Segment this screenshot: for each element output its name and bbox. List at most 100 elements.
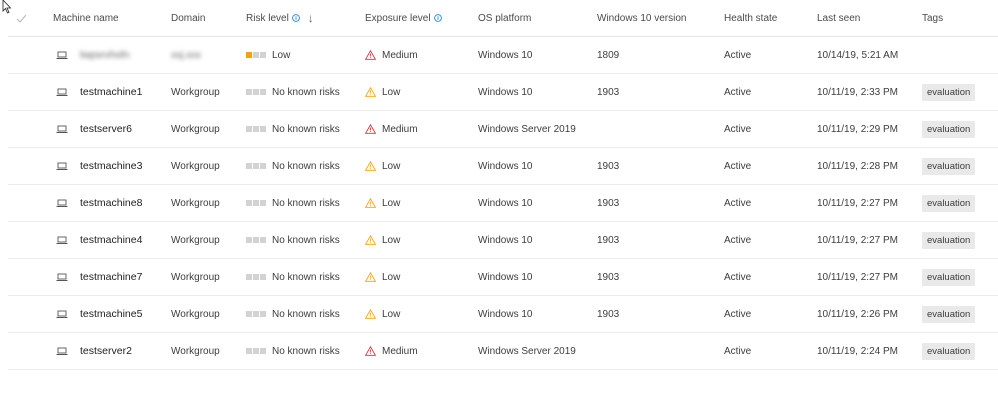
exposure-level-text: Low (382, 234, 401, 246)
health-state-cell: Active (724, 197, 752, 209)
warning-icon (365, 346, 382, 356)
table-row[interactable]: testmachine3 Workgroup No known risks Low Wi… (8, 148, 998, 185)
machine-name-cell[interactable]: testmachine8 (53, 185, 142, 221)
table-row[interactable]: testmachine5 Workgroup No known risks Low Wi… (8, 296, 998, 333)
last-seen-cell: 10/11/19, 2:29 PM (817, 123, 898, 135)
machine-name-cell[interactable]: testmachine4 (53, 222, 142, 258)
health-state-cell: Active (724, 49, 752, 61)
column-header-last-seen[interactable]: Last seen (817, 0, 860, 36)
machine-name-link[interactable]: testmachine8 (80, 197, 142, 209)
machine-name-link[interactable]: testmachine7 (80, 271, 142, 283)
risk-level-cell: No known risks (246, 296, 340, 332)
tag-badge[interactable]: evaluation (922, 83, 976, 101)
laptop-icon (56, 347, 68, 356)
windows-version-cell: 1903 (597, 308, 620, 320)
windows-version-cell: 1903 (597, 86, 620, 98)
tag-badge[interactable]: evaluation (922, 305, 976, 323)
risk-level-cell: No known risks (246, 259, 340, 295)
laptop-icon (56, 236, 68, 245)
table-row[interactable]: testserver6 Workgroup No known risks Medium… (8, 111, 998, 148)
os-platform-cell: Windows Server 2019 (478, 345, 576, 357)
warning-icon (365, 124, 382, 134)
select-all-checkbox[interactable] (16, 0, 27, 36)
tag-badge[interactable]: evaluation (922, 342, 976, 360)
last-seen-cell: 10/11/19, 2:27 PM (817, 197, 898, 209)
table-row[interactable]: lwpsrvhsfn xxj.xxx Low Medium Windows 10 1809… (8, 37, 998, 74)
tags-cell: evaluation (922, 185, 976, 221)
risk-level-bars (246, 200, 266, 206)
risk-level-bars (246, 348, 266, 354)
tags-cell: evaluation (922, 74, 976, 110)
column-header-label: Last seen (817, 12, 861, 24)
machine-name-link[interactable]: testserver6 (80, 123, 132, 135)
table-row[interactable]: testserver2 Workgroup No known risks Medium… (8, 333, 998, 370)
column-header-health-state[interactable]: Health state (724, 0, 777, 36)
column-header-tags[interactable]: Tags (922, 0, 943, 36)
column-header-label: OS platform (478, 12, 532, 24)
exposure-level-cell: Medium (365, 37, 418, 73)
warning-icon (365, 235, 382, 245)
machine-name-link[interactable]: testmachine5 (80, 308, 142, 320)
table-row[interactable]: testmachine8 Workgroup No known risks Low Wi… (8, 185, 998, 222)
windows-version-cell: 1809 (597, 49, 620, 61)
last-seen-cell: 10/14/19, 5:21 AM (817, 49, 899, 61)
info-icon[interactable] (291, 14, 300, 22)
machine-name-cell[interactable]: testserver6 (53, 111, 132, 147)
tag-badge[interactable]: evaluation (922, 120, 976, 138)
last-seen-cell: 10/11/19, 2:24 PM (817, 345, 898, 357)
machine-name-cell[interactable]: testmachine5 (53, 296, 142, 332)
column-header-windows-version[interactable]: Windows 10 version (597, 0, 686, 36)
machine-name-link[interactable]: testmachine3 (80, 160, 142, 172)
table-header-row: Machine name Domain Risk level ↓ Exposur… (8, 0, 998, 37)
tag-badge[interactable]: evaluation (922, 194, 976, 212)
exposure-level-cell: Low (365, 148, 400, 184)
risk-level-text: No known risks (272, 271, 340, 283)
exposure-level-text: Low (382, 308, 401, 320)
os-platform-cell: Windows 10 (478, 197, 533, 209)
machine-name-cell[interactable]: testmachine1 (53, 74, 142, 110)
tag-badge[interactable]: evaluation (922, 231, 976, 249)
machine-name-link[interactable]: lwpsrvhsfn (80, 49, 130, 61)
checkmark-icon (16, 14, 27, 23)
health-state-cell: Active (724, 271, 752, 283)
risk-level-bars (246, 274, 266, 280)
exposure-level-cell: Low (365, 185, 400, 221)
warning-icon (365, 198, 382, 208)
exposure-level-cell: Low (365, 296, 400, 332)
machine-name-cell[interactable]: testmachine7 (53, 259, 142, 295)
column-header-risk-level[interactable]: Risk level ↓ (246, 0, 314, 36)
column-header-machine-name[interactable]: Machine name (53, 0, 119, 36)
domain-cell: Workgroup (171, 86, 220, 98)
machine-name-cell[interactable]: testserver2 (53, 333, 132, 369)
os-platform-cell: Windows 10 (478, 160, 533, 172)
sort-descending-icon[interactable]: ↓ (308, 11, 314, 25)
machine-name-cell[interactable]: lwpsrvhsfn (53, 37, 130, 73)
table-row[interactable]: testmachine7 Workgroup No known risks Low Wi… (8, 259, 998, 296)
machine-name-link[interactable]: testmachine4 (80, 234, 142, 246)
exposure-level-text: Low (382, 86, 401, 98)
risk-level-cell: No known risks (246, 74, 340, 110)
warning-icon (365, 272, 382, 282)
windows-version-cell: 1903 (597, 197, 620, 209)
tag-badge[interactable]: evaluation (922, 157, 976, 175)
last-seen-cell: 10/11/19, 2:26 PM (817, 308, 898, 320)
table-row[interactable]: testmachine1 Workgroup No known risks Low Wi… (8, 74, 998, 111)
tag-badge[interactable]: evaluation (922, 268, 976, 286)
info-icon[interactable] (433, 14, 442, 22)
os-platform-cell: Windows 10 (478, 234, 533, 246)
machine-name-link[interactable]: testmachine1 (80, 86, 142, 98)
machine-name-cell[interactable]: testmachine3 (53, 148, 142, 184)
column-header-domain[interactable]: Domain (171, 0, 205, 36)
column-header-exposure-level[interactable]: Exposure level (365, 0, 442, 36)
os-platform-cell: Windows 10 (478, 49, 533, 61)
last-seen-cell: 10/11/19, 2:27 PM (817, 234, 898, 246)
domain-cell: Workgroup (171, 234, 220, 246)
laptop-icon (56, 51, 68, 60)
exposure-level-text: Low (382, 160, 401, 172)
table-row[interactable]: testmachine4 Workgroup No known risks Low Wi… (8, 222, 998, 259)
machine-name-link[interactable]: testserver2 (80, 345, 132, 357)
risk-level-text: No known risks (272, 160, 340, 172)
risk-level-bars (246, 237, 266, 243)
column-header-os-platform[interactable]: OS platform (478, 0, 531, 36)
health-state-cell: Active (724, 160, 752, 172)
